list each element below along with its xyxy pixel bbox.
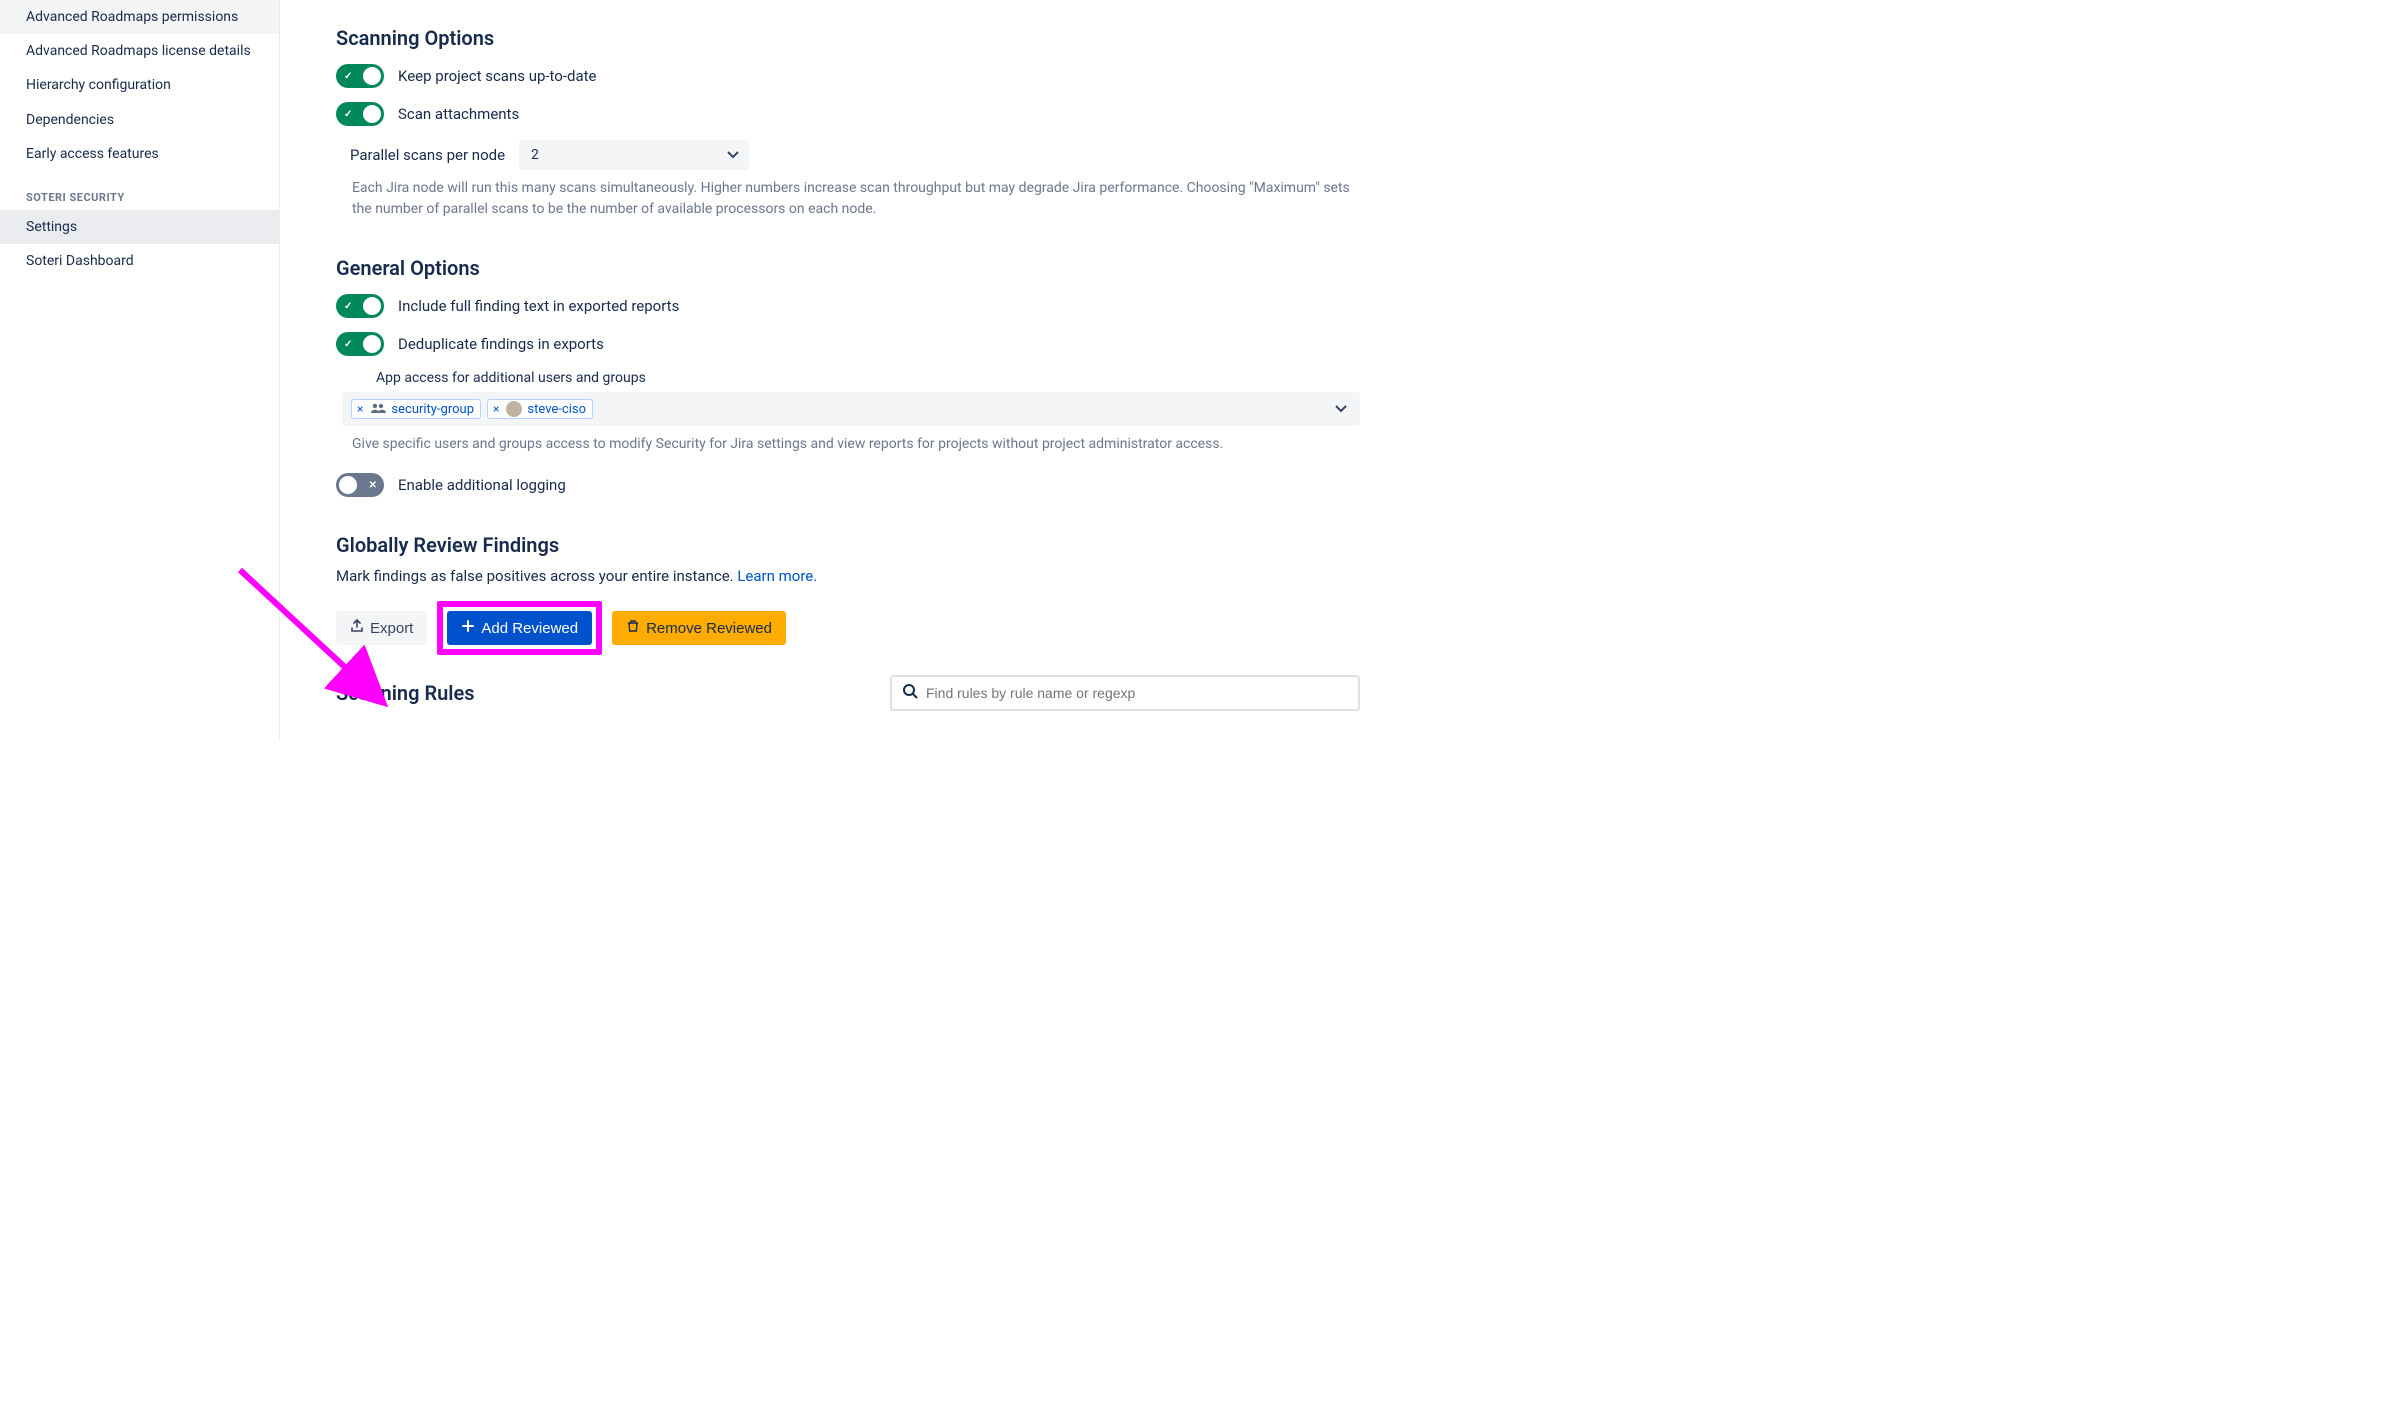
chevron-down-icon — [727, 147, 739, 163]
tag-label: steve-ciso — [527, 402, 586, 417]
toggle-label: Scan attachments — [398, 105, 519, 123]
trash-icon — [626, 619, 640, 637]
app-access-multiselect[interactable]: × security-group × steve-ciso — [342, 392, 1360, 426]
sidebar-item-advanced-roadmaps-license[interactable]: Advanced Roadmaps license details — [0, 34, 279, 68]
plus-icon — [461, 619, 475, 637]
toggle-dedupe-exports[interactable]: ✓ — [336, 332, 384, 356]
check-icon: ✓ — [344, 71, 352, 82]
toggle-label: Deduplicate findings in exports — [398, 335, 604, 353]
parallel-scans-select[interactable]: 2 — [519, 140, 749, 170]
sidebar-item-hierarchy-config[interactable]: Hierarchy configuration — [0, 68, 279, 102]
sidebar-item-dependencies[interactable]: Dependencies — [0, 103, 279, 137]
rules-search-box[interactable] — [890, 675, 1360, 711]
toggle-keep-scans-uptodate[interactable]: ✓ — [336, 64, 384, 88]
scanning-options-heading: Scanning Options — [336, 26, 1360, 50]
check-icon: ✓ — [344, 109, 352, 120]
rules-search-input[interactable] — [926, 685, 1348, 701]
sidebar: Advanced Roadmaps permissions Advanced R… — [0, 0, 280, 741]
sidebar-item-settings[interactable]: Settings — [0, 210, 279, 244]
tag-label: security-group — [391, 402, 474, 417]
x-icon: ✕ — [369, 480, 377, 491]
remove-tag-icon[interactable]: × — [355, 402, 365, 416]
scanning-rules-heading: Scanning Rules — [336, 681, 475, 705]
add-reviewed-button[interactable]: Add Reviewed — [447, 611, 592, 645]
tag-security-group: × security-group — [351, 399, 481, 419]
search-icon — [902, 683, 918, 703]
app-access-help: Give specific users and groups access to… — [352, 434, 1360, 455]
user-avatar-icon — [506, 401, 522, 417]
remove-reviewed-button[interactable]: Remove Reviewed — [612, 611, 786, 645]
learn-more-link[interactable]: Learn more. — [737, 567, 817, 585]
general-options-heading: General Options — [336, 256, 1360, 280]
chevron-down-icon — [1335, 401, 1347, 417]
group-icon — [370, 402, 386, 417]
parallel-scans-label: Parallel scans per node — [350, 146, 505, 164]
tag-steve-ciso: × steve-ciso — [487, 399, 593, 419]
remove-tag-icon[interactable]: × — [491, 402, 501, 416]
review-desc: Mark findings as false positives across … — [336, 567, 1360, 585]
toggle-label: Include full finding text in exported re… — [398, 297, 679, 315]
sidebar-item-early-access[interactable]: Early access features — [0, 137, 279, 171]
export-button[interactable]: Export — [336, 611, 427, 645]
check-icon: ✓ — [344, 339, 352, 350]
app-access-label: App access for additional users and grou… — [376, 370, 1360, 386]
sidebar-item-advanced-roadmaps-permissions[interactable]: Advanced Roadmaps permissions — [0, 0, 279, 34]
check-icon: ✓ — [344, 301, 352, 312]
main-content: Scanning Options ✓ Keep project scans up… — [280, 0, 1400, 741]
toggle-scan-attachments[interactable]: ✓ — [336, 102, 384, 126]
sidebar-item-soteri-dashboard[interactable]: Soteri Dashboard — [0, 244, 279, 278]
annotation-highlight: Add Reviewed — [437, 601, 602, 655]
toggle-label: Enable additional logging — [398, 476, 566, 494]
toggle-full-text-export[interactable]: ✓ — [336, 294, 384, 318]
toggle-additional-logging[interactable]: ✕ — [336, 473, 384, 497]
parallel-help-text: Each Jira node will run this many scans … — [352, 178, 1360, 220]
sidebar-group-soteri: SOTERI SECURITY — [0, 171, 279, 210]
review-findings-heading: Globally Review Findings — [336, 533, 1360, 557]
toggle-label: Keep project scans up-to-date — [398, 67, 597, 85]
export-icon — [350, 619, 364, 637]
